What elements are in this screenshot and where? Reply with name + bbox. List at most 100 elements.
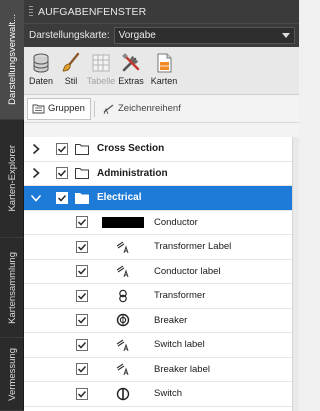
tree-scrollbar[interactable]	[292, 137, 299, 411]
side-tab-strip: Darstellungsverwalt... Karten-Explorer K…	[0, 0, 24, 411]
side-tab-label: Kartensammlung	[6, 251, 18, 324]
checkmark-icon	[77, 292, 87, 300]
black-bar-icon	[102, 215, 144, 229]
checkmark-icon	[77, 390, 87, 398]
style-button[interactable]: Stil	[57, 52, 85, 86]
layer-name: Conductor label	[154, 265, 221, 277]
layer-name: Breaker label	[154, 363, 210, 375]
maps-button-label: Karten	[150, 76, 178, 86]
pane-title: AUFGABENFENSTER	[38, 5, 147, 18]
table-icon	[92, 54, 110, 72]
breaker-icon	[102, 313, 144, 327]
checkmark-icon	[57, 145, 67, 153]
layer-checkbox[interactable]	[76, 289, 88, 302]
tab-groups-label: Gruppen	[48, 103, 85, 114]
folder-icon	[75, 168, 89, 180]
data-button-label: Daten	[28, 76, 54, 86]
tree-group-row[interactable]: Administration	[24, 162, 299, 186]
group-name: Administration	[97, 167, 168, 179]
side-tab-kartensammlung[interactable]: Kartensammlung	[0, 238, 24, 338]
tab-groups[interactable]: Gruppen	[27, 97, 91, 120]
side-tab-label: Darstellungsverwalt...	[6, 14, 18, 105]
tree-layer-row[interactable]: Conductor	[24, 211, 299, 235]
layer-name: Switch label	[154, 339, 205, 351]
view-tabs: Gruppen Zeichenreihenf	[24, 95, 299, 123]
layer-checkbox[interactable]	[76, 314, 88, 327]
pane-titlebar[interactable]: AUFGABENFENSTER	[24, 0, 299, 23]
display-map-value: Vorgabe	[118, 30, 156, 41]
map-sheet-icon	[157, 53, 172, 73]
grip-icon[interactable]	[29, 5, 33, 18]
label-style-icon	[102, 240, 144, 254]
tools-icon	[122, 53, 140, 72]
tree-layer-row[interactable]: Switch label	[24, 333, 299, 358]
maps-button[interactable]: Karten	[147, 52, 181, 86]
folder-icon	[75, 143, 89, 155]
side-tab-darstellungsverwaltung[interactable]: Darstellungsverwalt...	[0, 0, 24, 120]
brush-icon	[62, 52, 80, 72]
extras-button[interactable]: Extras	[117, 52, 145, 86]
chevron-right-icon[interactable]	[30, 143, 42, 155]
layer-name: Transformer Label	[154, 241, 232, 253]
checkmark-icon	[77, 219, 87, 226]
group-checkbox[interactable]	[56, 191, 68, 204]
group-name: Electrical	[97, 192, 142, 204]
chevron-down-icon	[282, 33, 290, 38]
layer-tree: Cross Section Administration Electrical	[24, 137, 299, 411]
layer-name: Transformer	[154, 290, 206, 302]
layer-checkbox[interactable]	[76, 387, 88, 400]
display-map-label: Darstellungskarte:	[29, 30, 110, 41]
tab-draw-order-label: Zeichenreihenf	[117, 103, 181, 114]
switch-icon	[102, 387, 144, 401]
side-tab-karten-explorer[interactable]: Karten-Explorer	[0, 120, 24, 238]
tab-divider	[93, 100, 95, 117]
layer-name: Conductor	[154, 216, 198, 228]
transformer-icon	[102, 289, 144, 303]
table-button[interactable]: Tabelle	[87, 52, 115, 86]
draw-order-icon	[103, 104, 114, 115]
checkmark-icon	[77, 366, 87, 373]
layer-checkbox[interactable]	[76, 338, 88, 351]
chevron-down-icon[interactable]	[30, 192, 42, 204]
tree-layer-row[interactable]: Transformer Label	[24, 235, 299, 260]
group-name: Cross Section	[97, 143, 165, 155]
extras-button-label: Extras	[118, 76, 144, 86]
groups-icon	[32, 104, 45, 114]
layer-checkbox[interactable]	[76, 265, 88, 278]
group-checkbox[interactable]	[56, 167, 68, 180]
checkmark-icon	[77, 243, 87, 251]
display-map-bar: Darstellungskarte: Vorgabe	[24, 23, 299, 47]
folder-icon	[75, 192, 89, 204]
tree-layer-row[interactable]: Breaker label	[24, 358, 299, 382]
layer-name: Breaker	[154, 314, 188, 326]
layer-checkbox[interactable]	[76, 216, 88, 229]
label-style-icon	[102, 362, 144, 376]
tree-layer-row[interactable]: Conductor label	[24, 260, 299, 284]
layer-checkbox[interactable]	[76, 363, 88, 376]
checkmark-icon	[77, 317, 87, 324]
toolbar: Daten Stil Tabelle Extras Karten	[24, 47, 299, 95]
side-tab-label: Karten-Explorer	[6, 145, 18, 212]
label-style-icon	[102, 338, 144, 352]
side-tab-label: Vermessung	[6, 347, 18, 401]
group-checkbox[interactable]	[56, 142, 68, 155]
tree-layer-row[interactable]: Transformer	[24, 284, 299, 309]
tree-layer-row[interactable]: Switch	[24, 382, 299, 407]
chevron-right-icon[interactable]	[30, 167, 42, 179]
data-button[interactable]: Daten	[27, 52, 55, 86]
style-button-label: Stil	[64, 76, 78, 86]
tree-group-row[interactable]: Cross Section	[24, 137, 299, 162]
side-tab-vermessung[interactable]: Vermessung	[0, 338, 24, 411]
checkmark-icon	[77, 341, 87, 349]
tree-group-row-selected[interactable]: Electrical	[24, 186, 299, 211]
display-map-select[interactable]: Vorgabe	[113, 27, 295, 44]
task-pane: AUFGABENFENSTER Darstellungskarte: Vorga…	[24, 0, 299, 411]
checkmark-icon	[77, 268, 87, 275]
tab-draw-order[interactable]: Zeichenreihenf	[98, 98, 186, 120]
layer-checkbox[interactable]	[76, 240, 88, 253]
layer-name: Switch	[154, 388, 182, 400]
checkmark-icon	[57, 194, 67, 202]
table-button-label: Tabelle	[86, 76, 116, 86]
tree-layer-row[interactable]: Breaker	[24, 309, 299, 333]
label-style-icon	[102, 264, 144, 278]
